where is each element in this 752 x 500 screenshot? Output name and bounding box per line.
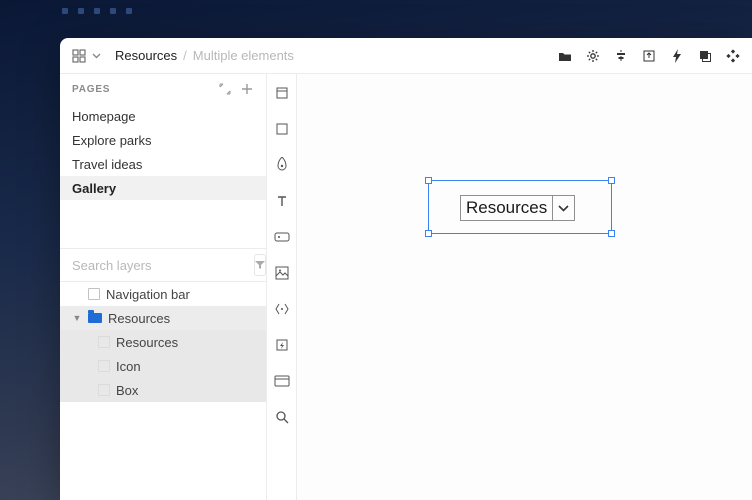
tool-button[interactable]: [273, 228, 291, 246]
layers-icon[interactable]: [698, 49, 712, 63]
tool-text[interactable]: [273, 192, 291, 210]
folder-icon: [88, 313, 102, 323]
bolt-icon[interactable]: [670, 49, 684, 63]
layer-resources-group[interactable]: ▼ Resources: [60, 306, 266, 330]
layer-resources-text[interactable]: Resources: [60, 330, 266, 354]
add-page-button[interactable]: [240, 82, 254, 96]
breadcrumb-detail: Multiple elements: [193, 48, 294, 63]
tool-cursor[interactable]: [273, 84, 291, 102]
left-sidebar: PAGES Homepage Explore parks Travel idea…: [60, 74, 267, 500]
search-input[interactable]: [72, 258, 248, 273]
layer-label: Resources: [116, 335, 178, 350]
chevron-down-icon: [552, 196, 574, 220]
topbar: Resources / Multiple elements: [60, 38, 752, 74]
canvas[interactable]: Resources: [297, 74, 752, 500]
tool-bolt[interactable]: [273, 336, 291, 354]
page-label: Travel ideas: [72, 157, 142, 172]
tool-image[interactable]: [273, 264, 291, 282]
page-label: Explore parks: [72, 133, 151, 148]
layer-label: Icon: [116, 359, 141, 374]
layer-box[interactable]: Box: [60, 378, 266, 402]
breadcrumb-root[interactable]: Resources: [115, 48, 177, 63]
frame-icon: [98, 336, 110, 348]
tool-card[interactable]: [273, 372, 291, 390]
filter-button[interactable]: [254, 254, 266, 276]
gear-icon[interactable]: [586, 49, 600, 63]
layer-navigation-bar[interactable]: Navigation bar: [60, 282, 266, 306]
layer-label: Resources: [108, 311, 170, 326]
align-center-icon[interactable]: [614, 49, 628, 63]
page-item-gallery[interactable]: Gallery: [60, 176, 266, 200]
export-icon[interactable]: [642, 49, 656, 63]
tool-search[interactable]: [273, 408, 291, 426]
tool-frame[interactable]: [273, 120, 291, 138]
tool-pen[interactable]: [273, 156, 291, 174]
pages-list: Homepage Explore parks Travel ideas Gall…: [60, 104, 266, 200]
canvas-dropdown-label: Resources: [461, 196, 552, 220]
components-icon[interactable]: [726, 49, 740, 63]
page-label: Gallery: [72, 181, 116, 196]
frame-icon: [98, 360, 110, 372]
topbar-actions: [558, 49, 740, 63]
layer-search-row: [60, 248, 266, 282]
expand-icon[interactable]: [218, 82, 232, 96]
resize-handle-br[interactable]: [608, 230, 615, 237]
layers-panel: Navigation bar ▼ Resources Resources Ico…: [60, 282, 266, 500]
layer-icon[interactable]: Icon: [60, 354, 266, 378]
breadcrumb-separator: /: [183, 48, 187, 63]
tool-strip: [267, 74, 297, 500]
layer-label: Box: [116, 383, 138, 398]
page-item-explore-parks[interactable]: Explore parks: [60, 128, 266, 152]
tool-breakpoints[interactable]: [273, 300, 291, 318]
selection-frame[interactable]: Resources: [428, 180, 612, 234]
resize-handle-tl[interactable]: [425, 177, 432, 184]
view-switcher[interactable]: [72, 49, 101, 63]
pages-header: PAGES: [60, 74, 266, 104]
page-item-travel-ideas[interactable]: Travel ideas: [60, 152, 266, 176]
frame-icon: [88, 288, 100, 300]
chevron-down-icon: [92, 53, 101, 59]
folder-icon[interactable]: [558, 49, 572, 63]
caret-down-icon[interactable]: ▼: [72, 313, 82, 323]
layer-label: Navigation bar: [106, 287, 190, 302]
frame-icon: [98, 384, 110, 396]
page-label: Homepage: [72, 109, 136, 124]
canvas-dropdown[interactable]: Resources: [460, 195, 575, 221]
pages-heading: PAGES: [72, 84, 110, 95]
filter-icon: [255, 261, 265, 269]
resize-handle-bl[interactable]: [425, 230, 432, 237]
app-window: Resources / Multiple elements PAGES Ho: [60, 38, 752, 500]
page-item-homepage[interactable]: Homepage: [60, 104, 266, 128]
grid-icon: [72, 49, 86, 63]
resize-handle-tr[interactable]: [608, 177, 615, 184]
breadcrumb: Resources / Multiple elements: [115, 48, 294, 63]
